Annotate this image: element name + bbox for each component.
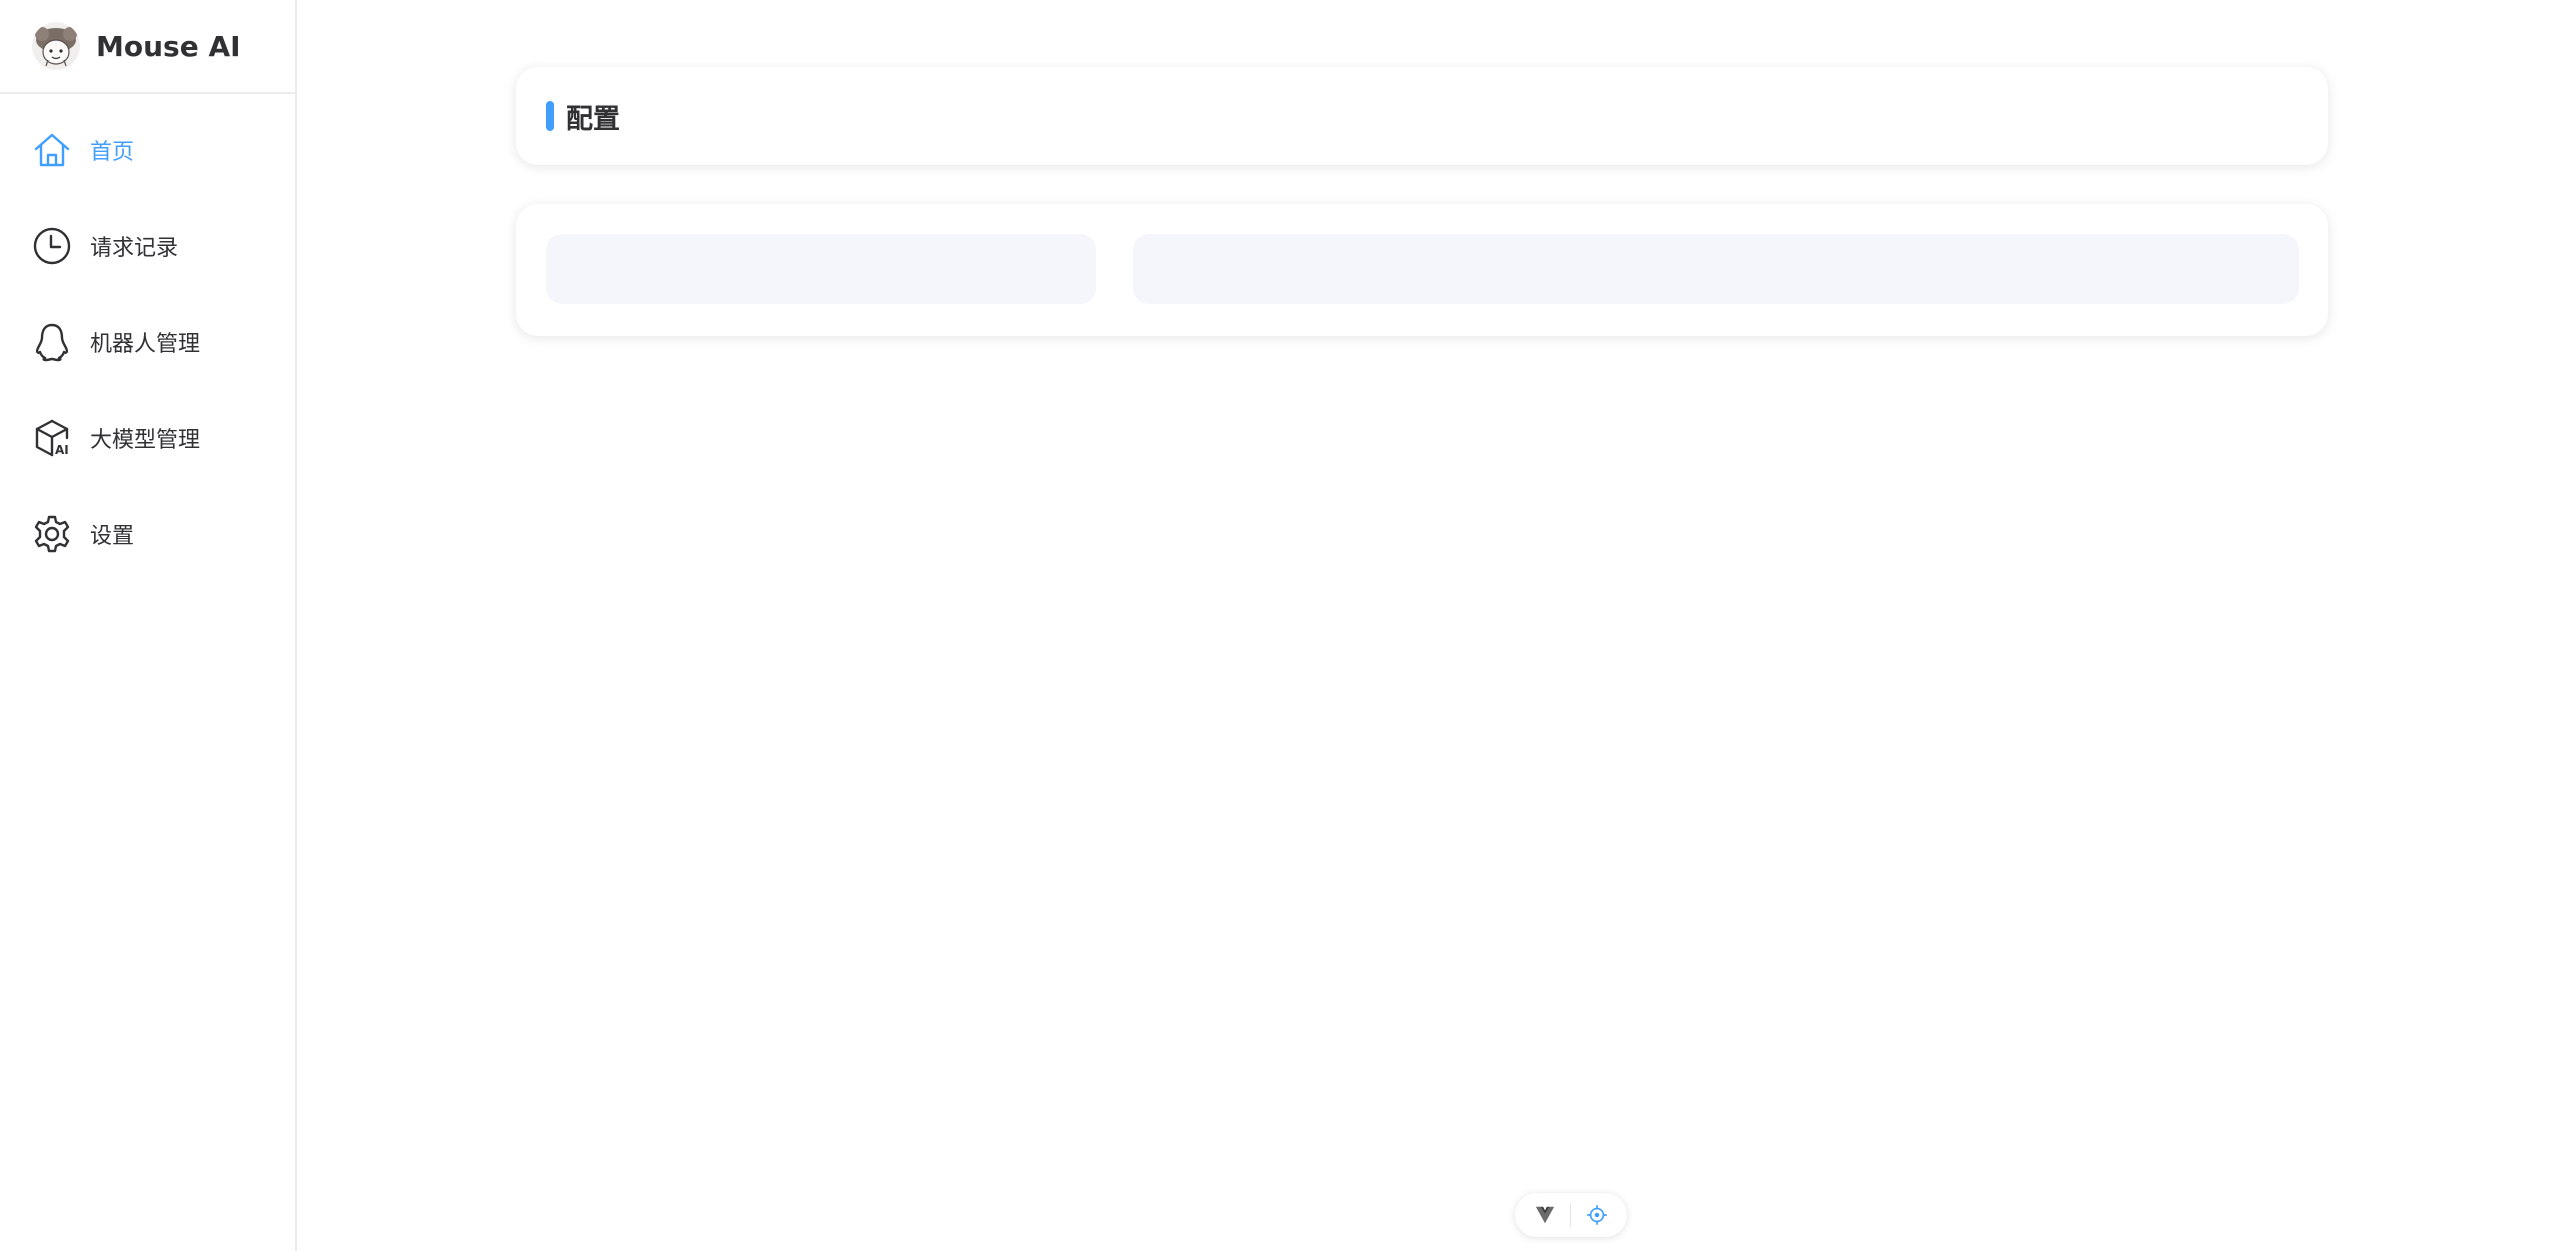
sidebar: Mouse AI 首页 请求记录 机器人管理 AI 大模型管理 设置 bbox=[0, 0, 297, 1251]
config-body-card bbox=[516, 204, 2328, 336]
title-accent-bar bbox=[546, 101, 554, 131]
sidebar-item-label: 大模型管理 bbox=[90, 428, 201, 453]
loading-placeholder bbox=[1133, 234, 2299, 304]
main-content: 配置 bbox=[297, 0, 2549, 1251]
sidebar-item-label: 设置 bbox=[90, 524, 135, 549]
clock-icon bbox=[32, 226, 72, 266]
toolbar-divider bbox=[1570, 1203, 1572, 1227]
sidebar-item-request-log[interactable]: 请求记录 bbox=[0, 198, 295, 294]
home-icon bbox=[32, 130, 72, 170]
loading-placeholder bbox=[546, 234, 1096, 304]
crosshair-icon[interactable] bbox=[1583, 1201, 1611, 1229]
sidebar-item-settings[interactable]: 设置 bbox=[0, 486, 295, 582]
ai-cube-icon: AI bbox=[32, 418, 72, 458]
gear-icon bbox=[32, 514, 72, 554]
vue-logo-icon[interactable] bbox=[1531, 1201, 1559, 1229]
qq-penguin-icon bbox=[32, 322, 72, 362]
sidebar-item-llm-management[interactable]: AI 大模型管理 bbox=[0, 390, 295, 486]
sidebar-menu: 首页 请求记录 机器人管理 AI 大模型管理 设置 bbox=[0, 102, 295, 582]
svg-text:AI: AI bbox=[55, 443, 69, 457]
brand-name: Mouse AI bbox=[96, 29, 241, 63]
devtools-toolbar bbox=[1515, 1193, 1627, 1237]
sidebar-item-bot-management[interactable]: 机器人管理 bbox=[0, 294, 295, 390]
sidebar-item-label: 请求记录 bbox=[90, 236, 179, 261]
mouse-avatar-icon bbox=[32, 22, 80, 70]
sidebar-item-label: 首页 bbox=[90, 140, 135, 165]
sidebar-item-label: 机器人管理 bbox=[90, 332, 201, 357]
brand[interactable]: Mouse AI bbox=[0, 0, 295, 94]
app-root: Mouse AI 首页 请求记录 机器人管理 AI 大模型管理 设置 配置 bbox=[0, 0, 2549, 1251]
page-title: 配置 bbox=[566, 103, 620, 135]
sidebar-item-home[interactable]: 首页 bbox=[0, 102, 295, 198]
config-header-card: 配置 bbox=[516, 67, 2328, 165]
